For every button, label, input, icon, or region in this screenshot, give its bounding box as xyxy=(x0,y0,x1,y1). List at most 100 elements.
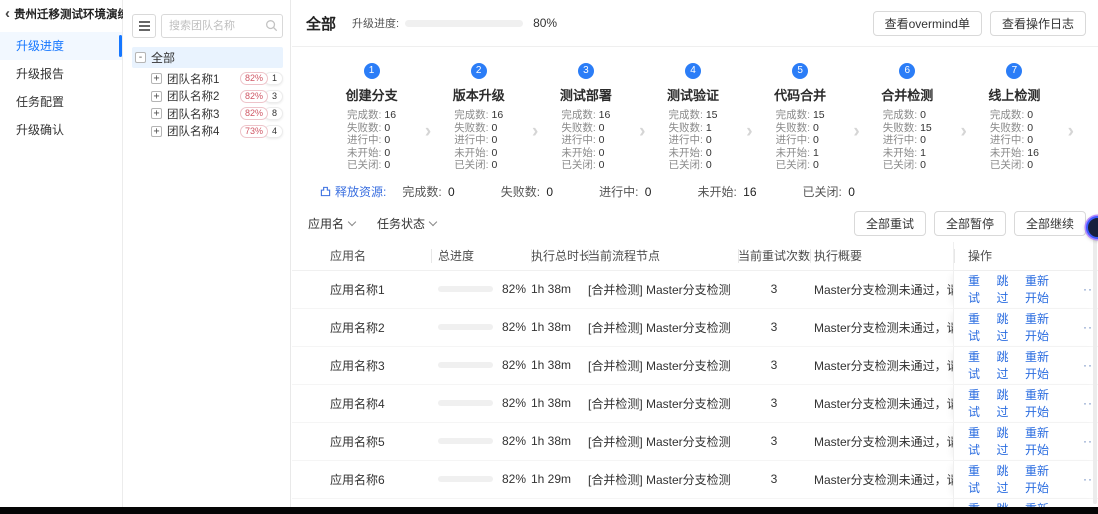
table-row: 应用名称3 82% 1h 38m [合并检测] Master分支检测 （1m3s… xyxy=(292,346,1098,385)
row-progress-percent: 82% xyxy=(502,320,527,335)
app-name: 应用名称3 xyxy=(330,358,385,373)
team-badge: 73% 4 xyxy=(239,124,283,138)
retry-link[interactable]: 重试 xyxy=(968,462,986,496)
pipeline-step: 1 创建分支 完成数: 16 失败数: 0 进行中: 0 未开始: 0 已关闭:… xyxy=(318,63,431,172)
release-stat: 未开始: 16 xyxy=(697,184,757,199)
scope-label: 全部 xyxy=(306,15,337,33)
row-actions: 重试 跳过 重新开始 ··· xyxy=(953,384,1098,422)
team-badge: 82% 1 xyxy=(239,72,283,86)
row-progress-bar xyxy=(438,476,493,483)
skip-link[interactable]: 跳过 xyxy=(997,386,1015,420)
row-progress-bar xyxy=(438,400,493,407)
skip-link[interactable]: 跳过 xyxy=(997,310,1015,344)
retry-link[interactable]: 重试 xyxy=(968,424,986,458)
team-name: 团队名称4 xyxy=(167,126,220,139)
retry-link[interactable]: 重试 xyxy=(968,272,986,306)
step-title: 测试验证 xyxy=(666,88,719,103)
table-row: 应用名称4 82% 1h 38m [合并检测] Master分支检测 （1m4s… xyxy=(292,384,1098,423)
hamburger-icon[interactable] xyxy=(132,14,156,38)
restart-link[interactable]: 重新开始 xyxy=(1025,272,1060,306)
row-current-node: [合并检测] Master分支检测 （1m4s） xyxy=(588,395,738,412)
sidebar-item[interactable]: 任务配置 xyxy=(0,88,122,116)
skip-link[interactable]: 跳过 xyxy=(997,272,1015,306)
sidebar-item[interactable]: 升级报告 xyxy=(0,60,122,88)
expand-icon[interactable]: + xyxy=(151,90,162,102)
row-progress: 82% xyxy=(431,282,531,296)
table-row: 应用名称2 82% 1h 38m [合并检测] Master分支检测 （1m4s… xyxy=(292,308,1098,347)
header-button[interactable]: 查看操作日志 xyxy=(989,10,1086,36)
row-progress-percent: 82% xyxy=(502,282,527,297)
expand-icon[interactable]: + xyxy=(151,108,162,120)
tree-node-team[interactable]: + 团队名称2 82% 3 xyxy=(132,88,283,106)
step-number-badge: 3 xyxy=(577,63,594,79)
filter-dropdown[interactable]: 任务状态 xyxy=(377,215,438,232)
row-current-node: [合并检测] Master分支检测 （1m4s） xyxy=(588,319,738,336)
step-stats: 完成数: 15 失败数: 0 进行中: 0 未开始: 1 已关闭: 0 xyxy=(775,109,825,172)
row-progress-percent: 82% xyxy=(502,358,527,373)
app-name: 应用名称6 xyxy=(330,472,385,487)
app-window: ‹ 贵州迁移测试环境演练 升级进度 升级报告 任务配置 升级确认 - xyxy=(0,0,1098,514)
pipeline-step: 6 合并检测 完成数: 0 失败数: 15 进行中: 0 未开始: 1 已关闭:… xyxy=(854,63,967,172)
restart-link[interactable]: 重新开始 xyxy=(1025,386,1060,420)
bulk-action-button[interactable]: 全部重试 xyxy=(853,210,926,236)
tree-node-team[interactable]: + 团队名称3 82% 8 xyxy=(132,105,283,123)
sidebar-item[interactable]: 升级确认 xyxy=(0,116,122,144)
chevron-down-icon xyxy=(428,217,438,227)
skip-link[interactable]: 跳过 xyxy=(997,348,1015,382)
sidebar: ‹ 贵州迁移测试环境演练 升级进度 升级报告 任务配置 升级确认 xyxy=(0,0,129,514)
filter-dropdown[interactable]: 应用名 xyxy=(308,215,357,232)
expand-icon[interactable]: + xyxy=(151,125,162,137)
bulk-action-button[interactable]: 全部继续 xyxy=(1013,210,1086,236)
restart-link[interactable]: 重新开始 xyxy=(1025,462,1060,496)
row-progress: 82% xyxy=(431,320,531,334)
release-resource-link[interactable]: 释放资源: xyxy=(320,183,386,200)
header-button[interactable]: 查看overmind单 xyxy=(872,10,982,36)
retry-link[interactable]: 重试 xyxy=(968,348,986,382)
retry-link[interactable]: 重试 xyxy=(968,386,986,420)
restart-link[interactable]: 重新开始 xyxy=(1025,348,1060,382)
tree-node-team[interactable]: + 团队名称1 82% 1 xyxy=(132,70,283,88)
row-progress: 82% xyxy=(431,472,531,486)
collapse-icon[interactable]: - xyxy=(135,52,146,63)
col-header-progress: 总进度 xyxy=(431,247,531,264)
restart-link[interactable]: 重新开始 xyxy=(1025,424,1060,458)
back-icon[interactable]: ‹ xyxy=(4,6,11,21)
restart-link[interactable]: 重新开始 xyxy=(1025,310,1060,344)
sidebar-item[interactable]: 升级进度 xyxy=(0,32,122,60)
row-progress: 82% xyxy=(431,396,531,410)
bulk-action-button[interactable]: 全部暂停 xyxy=(933,210,1006,236)
row-retry-count: 3 xyxy=(770,320,778,335)
row-current-node: [合并检测] Master分支检测 （1m3s） xyxy=(588,357,738,374)
row-summary: Master分支检测未通过，请合入代码后重试 xyxy=(814,358,953,373)
row-actions: 重试 跳过 重新开始 ··· xyxy=(953,346,1098,384)
pipeline-step: 4 测试验证 完成数: 15 失败数: 1 进行中: 0 未开始: 0 已关闭:… xyxy=(639,63,753,172)
row-retry-count: 3 xyxy=(770,472,778,487)
row-progress-bar xyxy=(438,286,493,293)
skip-link[interactable]: 跳过 xyxy=(997,462,1015,496)
expand-icon[interactable]: + xyxy=(151,73,162,85)
row-summary: Master分支检测未通过，请合入代码后重试 xyxy=(814,434,953,449)
team-tree-panel: - 全部 + 团队名称1 82% 1 + 团队名称2 82% 3 xyxy=(123,0,291,514)
upgrade-progress-bar xyxy=(405,19,524,27)
step-title: 代码合并 xyxy=(774,88,827,103)
app-name: 应用名称1 xyxy=(330,282,385,297)
page-title-bar: ‹ 贵州迁移测试环境演练 xyxy=(0,0,129,32)
main-header: 全部 升级进度: 80% 查看overmind单 查看操作日志 xyxy=(292,0,1098,47)
row-retry-count: 3 xyxy=(770,434,778,449)
skip-link[interactable]: 跳过 xyxy=(997,424,1015,458)
team-name: 团队名称1 xyxy=(167,73,220,86)
step-number-badge: 6 xyxy=(899,63,916,79)
tree-node-team[interactable]: + 团队名称4 73% 4 xyxy=(132,123,283,141)
retry-link[interactable]: 重试 xyxy=(968,310,986,344)
table-toolbar: 应用名 任务状态 全部重试 全部暂停 全部继续 xyxy=(292,206,1098,242)
tree-node-all[interactable]: - 全部 xyxy=(132,47,283,68)
row-summary: Master分支检测未通过，请合入代码后重试 xyxy=(814,396,953,411)
upgrade-progress-percent: 80% xyxy=(533,16,558,30)
row-summary: Master分支检测未通过，请合入代码后重试 xyxy=(814,282,953,297)
chevron-down-icon xyxy=(347,217,357,227)
step-title: 版本升级 xyxy=(452,88,505,103)
vertical-scrollbar[interactable] xyxy=(1093,228,1097,504)
app-name: 应用名称4 xyxy=(330,396,385,411)
row-current-node: [合并检测] Master分支检测 （1m5s） xyxy=(588,471,738,488)
window-bottom-edge xyxy=(0,507,1098,514)
